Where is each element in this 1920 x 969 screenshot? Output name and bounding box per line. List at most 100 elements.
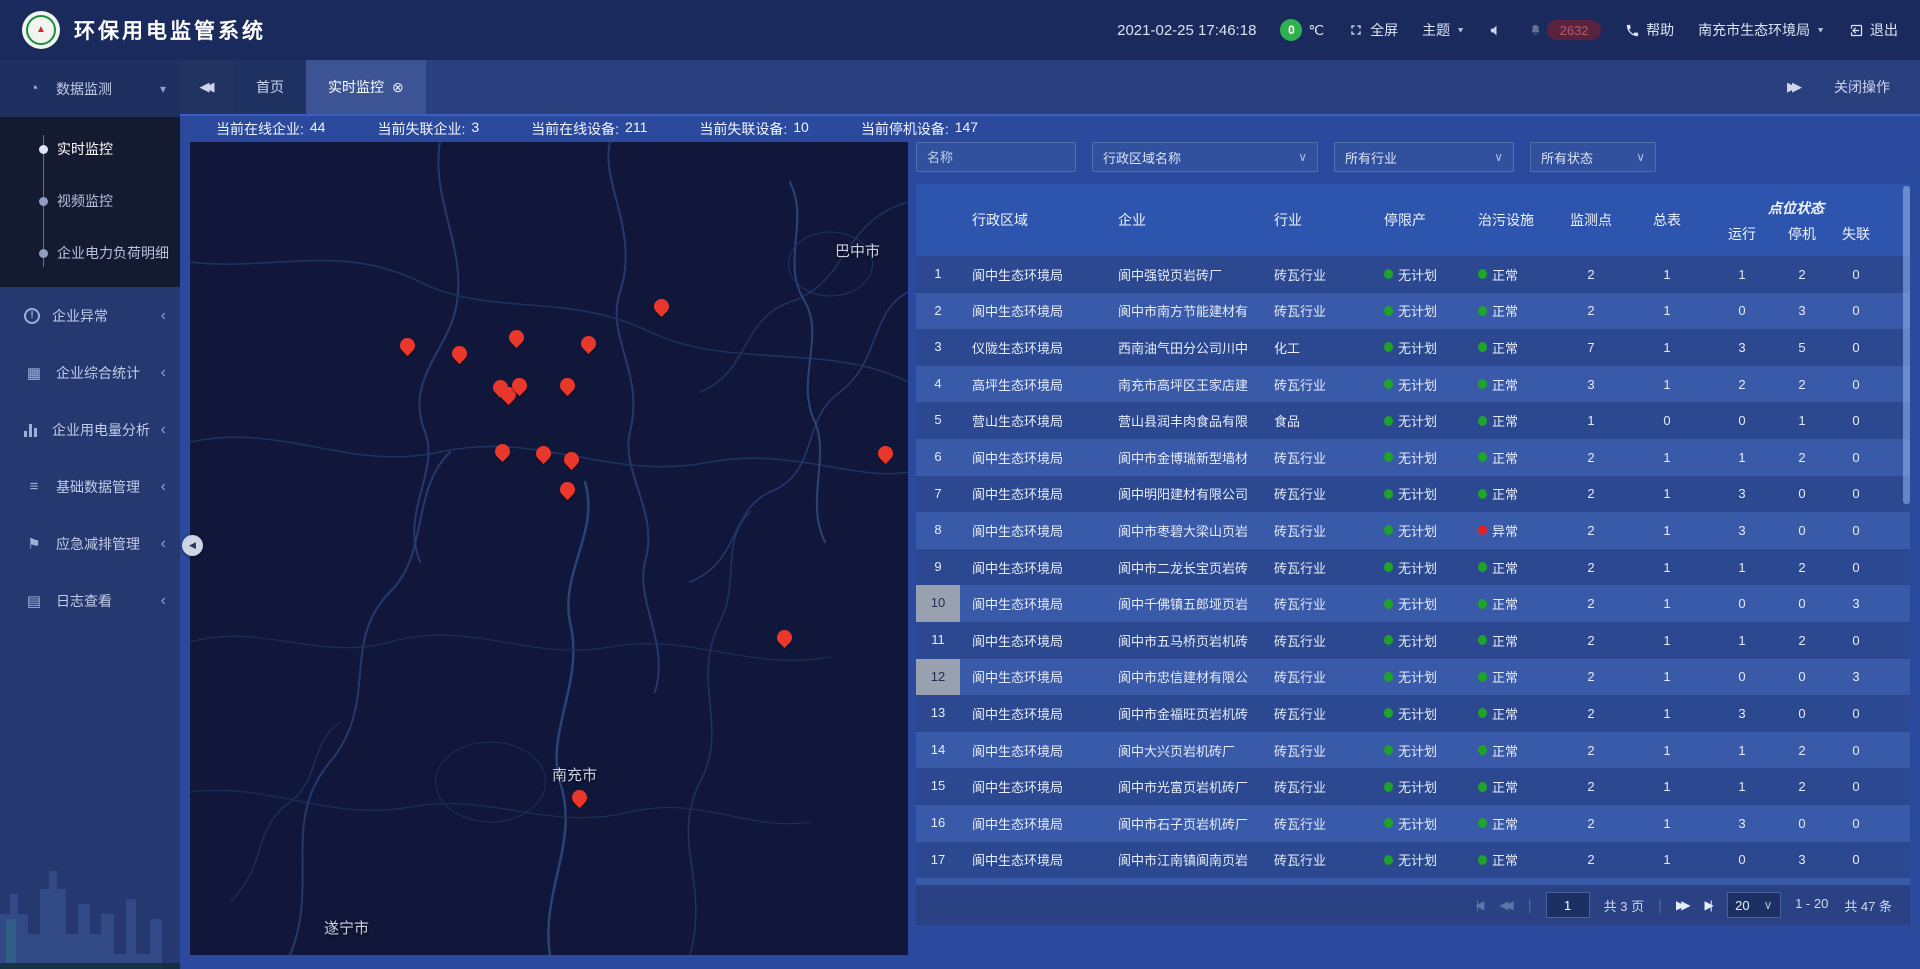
table-row[interactable]: 6阆中生态环境局阆中市金博瑞新型墙材砖瓦行业无计划正常21120 <box>916 439 1910 476</box>
fullscreen-button[interactable]: 全屏 <box>1348 20 1398 40</box>
table-scrollbar[interactable] <box>1903 186 1910 504</box>
region-filter-select[interactable]: 行政区域名称 ∨ <box>1092 142 1318 172</box>
monitor-points-cell: 2 <box>1558 303 1624 318</box>
notifications-button[interactable]: 2632 <box>1528 20 1601 40</box>
sidebar-item-enterprise-statistics[interactable]: ▦ 企业综合统计 ‹ <box>0 344 180 401</box>
status-dot-green <box>1384 635 1393 645</box>
table-row[interactable]: 7阆中生态环境局阆中明阳建材有限公司砖瓦行业无计划正常21300 <box>916 476 1910 513</box>
meters-cell: 1 <box>1624 486 1710 501</box>
table-row[interactable]: 4高坪生态环境局南充市高坪区王家店建砖瓦行业无计划正常31220 <box>916 366 1910 403</box>
status-filter-select[interactable]: 所有状态 ∨ <box>1530 142 1656 172</box>
tab-bar: ◀◀ 首页 实时监控 ⊗ ▶▶ 关闭操作 <box>180 60 1920 116</box>
table-body: 1阆中生态环境局阆中强锐页岩砖厂砖瓦行业无计划正常211202阆中生态环境局阆中… <box>916 256 1910 915</box>
monitor-points-cell: 2 <box>1558 779 1624 794</box>
table-row[interactable]: 3仪陇生态环境局西南油气田分公司川中化工无计划正常71350 <box>916 329 1910 366</box>
close-icon[interactable]: ⊗ <box>392 79 404 96</box>
halted-count-cell: 0 <box>1774 706 1830 721</box>
tab-realtime-monitor[interactable]: 实时监控 ⊗ <box>306 60 426 114</box>
industry-cell: 砖瓦行业 <box>1268 375 1370 394</box>
industry-cell: 砖瓦行业 <box>1268 777 1370 796</box>
table-row[interactable]: 13阆中生态环境局阆中市金福旺页岩机砖砖瓦行业无计划正常21300 <box>916 695 1910 732</box>
sidebar-collapse-button[interactable]: ◀ <box>182 535 203 556</box>
sidebar-item-base-data[interactable]: ≡ 基础数据管理 ‹ <box>0 458 180 515</box>
pagination-controls: |◀ ◀◀ | 共 3 页 | ▶▶ ▶| 20 ∨ <box>1476 892 1781 918</box>
table-row[interactable]: 1阆中生态环境局阆中强锐页岩砖厂砖瓦行业无计划正常21120 <box>916 256 1910 293</box>
table-row[interactable]: 17阆中生态环境局阆中市江南镇阆南页岩砖瓦行业无计划正常21030 <box>916 842 1910 879</box>
status-dot-green <box>1384 379 1393 389</box>
logout-button[interactable]: 退出 <box>1849 20 1898 40</box>
help-button[interactable]: 帮助 <box>1625 20 1674 40</box>
first-page-button[interactable]: |◀ <box>1476 898 1485 912</box>
company-cell: 阆中强锐页岩砖厂 <box>1110 265 1268 284</box>
monitor-points-cell: 2 <box>1558 523 1624 538</box>
content-body: 巴中市 南充市 遂宁市 行政区域名称 ∨ 所有行业 <box>180 142 1920 955</box>
status-dot <box>1478 342 1487 352</box>
pagination-bar: |◀ ◀◀ | 共 3 页 | ▶▶ ▶| 20 ∨ <box>916 885 1910 925</box>
table-row[interactable]: 15阆中生态环境局阆中市光富页岩机砖厂砖瓦行业无计划正常21120 <box>916 768 1910 805</box>
name-search-input[interactable] <box>916 142 1076 172</box>
sidebar-item-data-monitoring[interactable]: ◔ 数据监测 ▾ <box>0 60 180 117</box>
chevron-left-icon: ‹ <box>161 593 166 609</box>
page-number-input[interactable] <box>1546 892 1590 918</box>
status-dot <box>1478 599 1487 609</box>
sidebar-item-video-monitor[interactable]: 视频监控 <box>0 175 180 227</box>
sidebar-item-realtime-monitor[interactable]: 实时监控 <box>0 123 180 175</box>
sidebar-item-log-view[interactable]: ▤ 日志查看 ‹ <box>0 572 180 629</box>
halted-count-cell: 2 <box>1774 377 1830 392</box>
running-count-cell: 0 <box>1710 413 1774 428</box>
row-index-cell: 16 <box>916 805 960 842</box>
sidebar-item-power-load-detail[interactable]: 企业电力负荷明细 <box>0 227 180 279</box>
tab-home[interactable]: 首页 <box>234 60 306 114</box>
table-row[interactable]: 11阆中生态环境局阆中市五马桥页岩机砖砖瓦行业无计划正常21120 <box>916 622 1910 659</box>
org-dropdown[interactable]: 南充市生态环境局 ▼ <box>1698 20 1825 40</box>
chevron-down-icon: ∨ <box>1494 150 1503 164</box>
city-label-bazhong: 巴中市 <box>835 240 880 261</box>
meters-cell: 1 <box>1624 303 1710 318</box>
mute-button[interactable] <box>1489 23 1504 38</box>
column-header-running: 运行 <box>1710 220 1774 244</box>
prev-page-button[interactable]: ◀◀ <box>1499 898 1513 912</box>
production-limit-status-cell: 无计划 <box>1370 631 1466 650</box>
last-page-button[interactable]: ▶| <box>1704 898 1712 912</box>
help-label: 帮助 <box>1646 20 1674 40</box>
industry-filter-select[interactable]: 所有行业 ∨ <box>1334 142 1514 172</box>
sidebar-item-enterprise-exception[interactable]: ! 企业异常 ‹ <box>0 287 180 344</box>
theme-dropdown[interactable]: 主题 ▼ <box>1422 20 1465 40</box>
page-size-select[interactable]: 20 ∨ <box>1727 892 1781 918</box>
status-dot <box>1478 379 1487 389</box>
table-row[interactable]: 9阆中生态环境局阆中市二龙长宝页岩砖砖瓦行业无计划正常21120 <box>916 549 1910 586</box>
pagination-divider: | <box>1528 897 1532 914</box>
region-cell: 阆中生态环境局 <box>960 484 1110 503</box>
next-page-button[interactable]: ▶▶ <box>1676 898 1690 912</box>
map-area[interactable]: 巴中市 南充市 遂宁市 <box>190 142 908 955</box>
close-operations-button[interactable]: 关闭操作 <box>1834 77 1890 97</box>
table-row[interactable]: 16阆中生态环境局阆中市石子页岩机砖厂砖瓦行业无计划正常21300 <box>916 805 1910 842</box>
production-limit-status-cell: 无计划 <box>1370 850 1466 869</box>
treatment-status-cell: 正常 <box>1466 411 1558 430</box>
production-limit-status-cell: 无计划 <box>1370 558 1466 577</box>
select-value: 20 <box>1735 898 1749 913</box>
treatment-status-cell: 正常 <box>1466 484 1558 503</box>
status-dot-green <box>1384 489 1393 499</box>
sidebar-item-emergency-reduction[interactable]: ⚑ 应急减排管理 ‹ <box>0 515 180 572</box>
table-row[interactable]: 10阆中生态环境局阆中千佛镇五郎垭页岩砖瓦行业无计划正常21003 <box>916 585 1910 622</box>
tab-scroll-left-button[interactable]: ◀◀ <box>180 60 234 114</box>
sidebar-item-power-analysis[interactable]: 企业用电量分析 ‹ <box>0 401 180 458</box>
industry-cell: 砖瓦行业 <box>1268 667 1370 686</box>
tab-scroll-right-button[interactable]: ▶▶ <box>1787 79 1802 95</box>
table-row[interactable]: 5营山生态环境局营山县润丰肉食品有限食品无计划正常10010 <box>916 402 1910 439</box>
table-row[interactable]: 12阆中生态环境局阆中市忠信建材有限公砖瓦行业无计划正常21003 <box>916 659 1910 696</box>
treatment-status-cell: 正常 <box>1466 631 1558 650</box>
halted-count-cell: 2 <box>1774 779 1830 794</box>
running-count-cell: 3 <box>1710 523 1774 538</box>
halted-count-cell: 5 <box>1774 340 1830 355</box>
table-row[interactable]: 8阆中生态环境局阆中市枣碧大梁山页岩砖瓦行业无计划异常21300 <box>916 512 1910 549</box>
meters-cell: 1 <box>1624 779 1710 794</box>
column-header-industry: 行业 <box>1268 210 1370 230</box>
table-row[interactable]: 14阆中生态环境局阆中大兴页岩机砖厂砖瓦行业无计划正常21120 <box>916 732 1910 769</box>
running-count-cell: 0 <box>1710 852 1774 867</box>
chevron-down-icon: ▼ <box>1456 26 1465 35</box>
data-monitoring-icon: ◔ <box>24 80 44 97</box>
table-row[interactable]: 2阆中生态环境局阆中市南方节能建材有砖瓦行业无计划正常21030 <box>916 293 1910 330</box>
status-dot-green <box>1384 562 1393 572</box>
